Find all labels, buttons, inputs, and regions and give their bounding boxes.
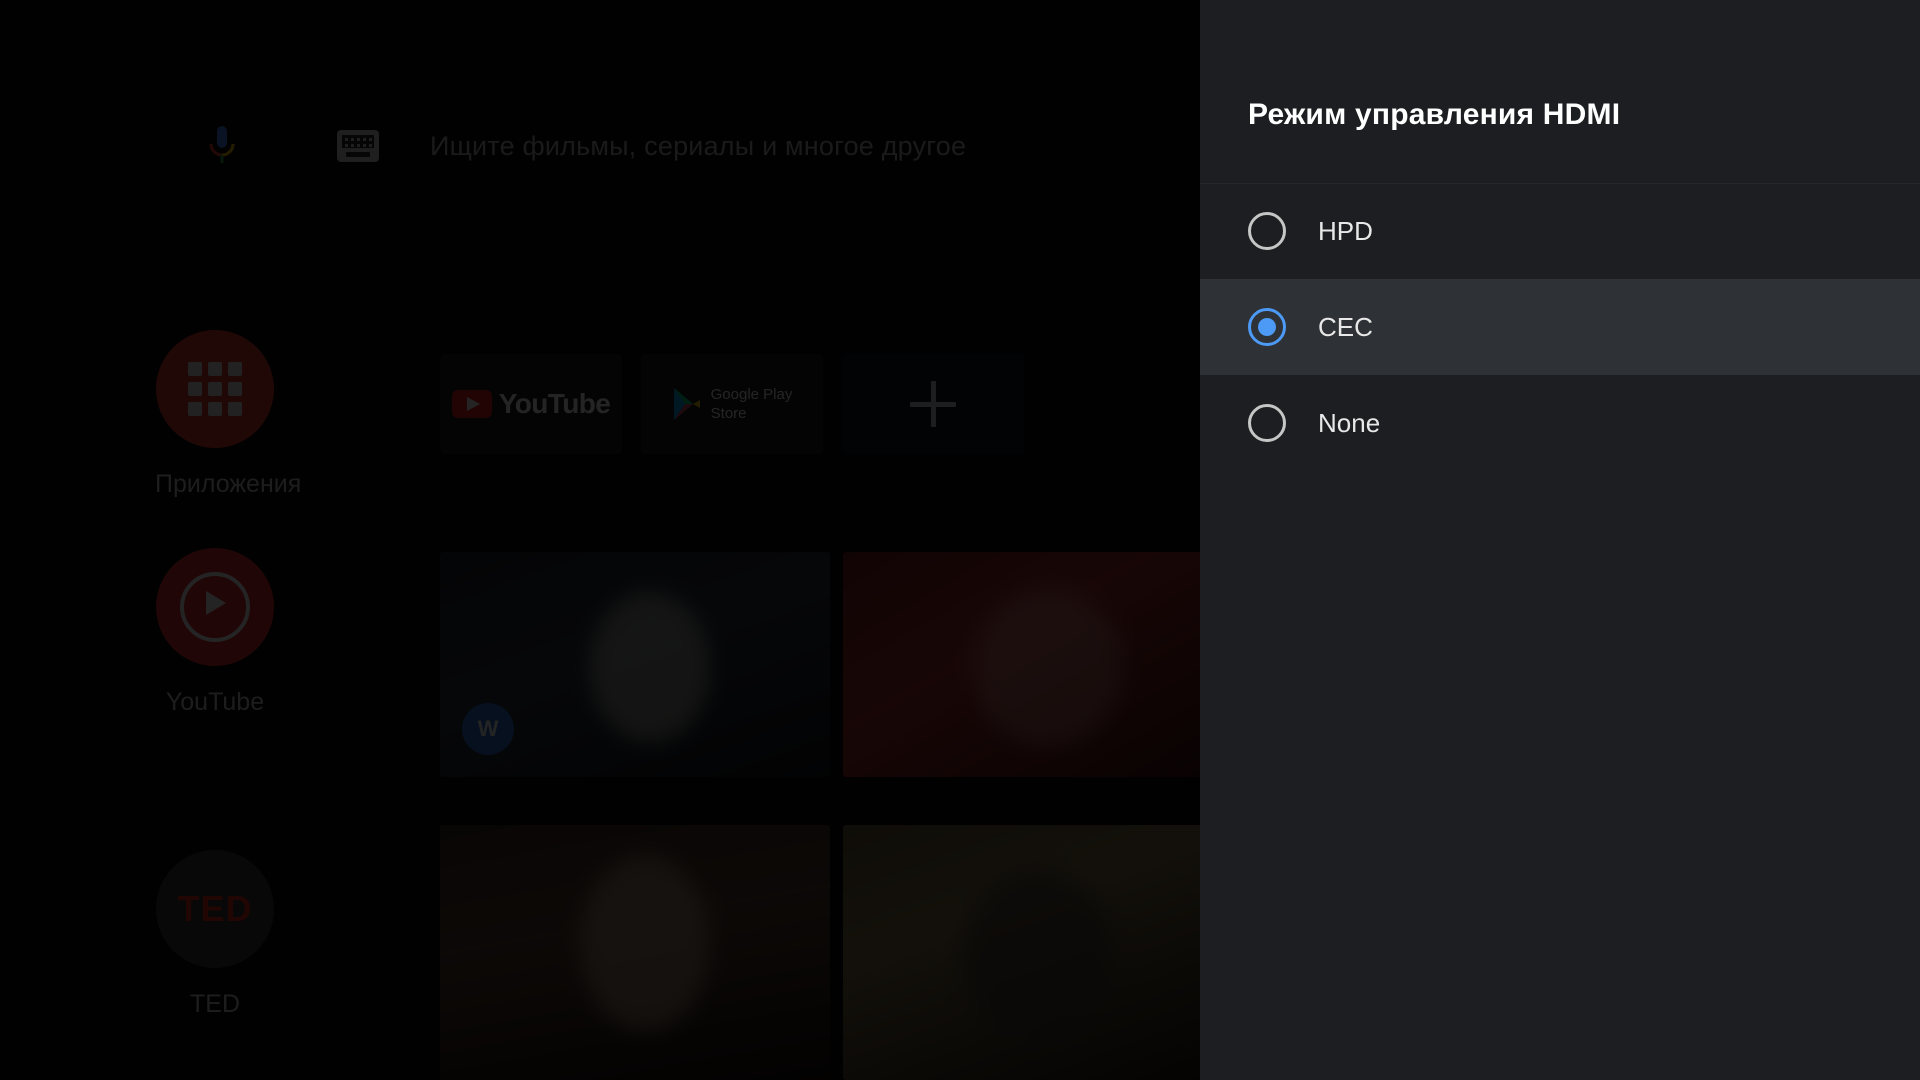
- play-circle-icon: [156, 548, 274, 666]
- keyboard-icon[interactable]: [337, 130, 379, 162]
- radio-button-selected-icon[interactable]: [1248, 308, 1286, 346]
- content-tile[interactable]: [440, 825, 830, 1080]
- content-tile[interactable]: [843, 552, 1200, 777]
- radio-option-label: HPD: [1318, 215, 1373, 246]
- thumbnail-image: [963, 870, 1113, 1040]
- hdmi-control-mode-dialog: Режим управления HDMI HPD CEC None: [1200, 0, 1920, 1080]
- radio-option-cec[interactable]: CEC: [1200, 279, 1920, 375]
- plus-icon: [910, 381, 956, 427]
- apps-grid-icon: [156, 330, 274, 448]
- rail-item-apps[interactable]: Приложения: [155, 330, 302, 499]
- page-title: Режим управления HDMI: [1248, 98, 1621, 131]
- thumbnail-image: [580, 855, 710, 1030]
- thumbnail-image: [590, 592, 710, 742]
- google-play-icon: Google Play Store: [672, 385, 793, 423]
- rail-item-youtube[interactable]: YouTube: [155, 548, 275, 717]
- radio-option-label: None: [1318, 407, 1381, 438]
- thumbnail-image: [973, 587, 1123, 747]
- search-input-placeholder[interactable]: Ищите фильмы, сериалы и многое другое: [430, 131, 966, 162]
- ted-logo-icon: TED: [156, 850, 274, 968]
- ted-mark: TED: [177, 888, 253, 929]
- rail-label-youtube: YouTube: [165, 688, 265, 716]
- rail-label-apps: Приложения: [155, 470, 302, 498]
- app-card-play-store[interactable]: Google Play Store: [641, 354, 823, 454]
- radio-option-hpd[interactable]: HPD: [1200, 183, 1920, 279]
- radio-button-icon[interactable]: [1248, 404, 1286, 442]
- channel-badge: W: [462, 703, 514, 755]
- search-bar[interactable]: Ищите фильмы, сериалы и многое другое: [0, 118, 1200, 174]
- content-tile[interactable]: W: [440, 552, 830, 777]
- play-store-label: Google Play Store: [710, 386, 793, 422]
- rail-label-ted: TED: [190, 990, 240, 1018]
- rail-item-ted[interactable]: TED TED: [155, 850, 275, 1019]
- app-card-youtube[interactable]: YouTube: [440, 354, 622, 454]
- app-card-add[interactable]: [842, 354, 1024, 454]
- radio-button-icon[interactable]: [1248, 212, 1286, 250]
- row-divider: [1200, 183, 1920, 184]
- microphone-icon[interactable]: [205, 124, 239, 168]
- radio-option-label: CEC: [1318, 311, 1373, 342]
- content-tile[interactable]: [843, 825, 1200, 1080]
- radio-group-hdmi-mode: HPD CEC None: [1200, 183, 1920, 471]
- radio-option-none[interactable]: None: [1200, 375, 1920, 471]
- android-tv-home-screen: Ищите фильмы, сериалы и многое другое Пр…: [0, 0, 1200, 1080]
- youtube-logo-icon: YouTube: [451, 388, 611, 420]
